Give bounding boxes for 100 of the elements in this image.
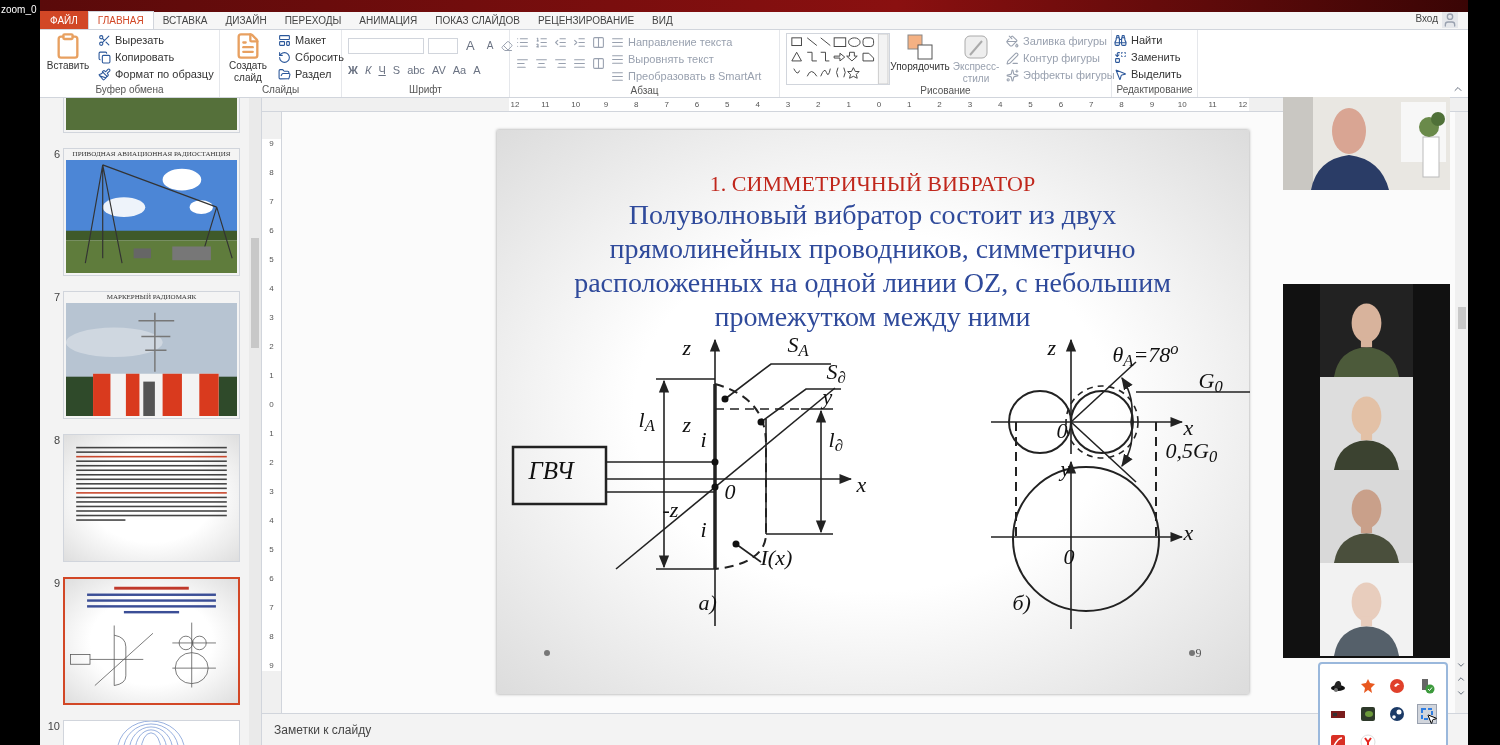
font-format-button[interactable]: К — [364, 61, 372, 78]
ribbon-tab[interactable]: РЕЦЕНЗИРОВАНИЕ — [528, 11, 644, 29]
ribbon-tab[interactable]: ДИЗАЙН — [216, 11, 276, 29]
circle-logo-icon[interactable] — [1389, 706, 1405, 722]
group-label: Рисование — [919, 85, 972, 98]
ribbon-tab[interactable]: АНИМАЦИЯ — [350, 11, 427, 29]
grow-font-button[interactable]: A — [462, 36, 479, 56]
avatar-icon[interactable] — [1442, 12, 1458, 28]
paragraph-icon[interactable] — [535, 36, 548, 49]
previous-slide-icon[interactable] — [1456, 674, 1466, 684]
alignment-icon[interactable] — [573, 57, 586, 70]
shrink-font-button[interactable]: A — [482, 38, 498, 54]
scrollbar[interactable] — [249, 98, 261, 745]
scrollbar[interactable] — [1455, 112, 1468, 713]
ribbon-large-button[interactable]: Создать слайд — [222, 32, 274, 84]
slide-number: 9 — [52, 577, 60, 589]
alignment-icon[interactable] — [592, 57, 605, 70]
font-name-field[interactable] — [348, 37, 424, 54]
ribbon-command[interactable]: Макет — [295, 32, 327, 49]
diagram-label: 0 — [1056, 420, 1068, 442]
group-label: Абзац — [629, 85, 660, 98]
ruler-number: 9 — [269, 661, 274, 671]
paragraph-icon[interactable] — [592, 36, 605, 49]
highlighted-tray-icon[interactable] — [1416, 704, 1437, 724]
diagram-label: x — [856, 474, 867, 496]
ruler-number: 7 — [663, 99, 670, 111]
alignment-icon[interactable] — [554, 57, 567, 70]
diagram-label: б) — [1012, 592, 1031, 614]
diagram-label: x — [1183, 522, 1194, 544]
font-format-button[interactable]: Ч — [378, 61, 386, 78]
paragraph-icon[interactable] — [516, 36, 529, 49]
pen-icon — [1006, 52, 1019, 65]
ribbon-command[interactable]: Заменить — [1131, 49, 1181, 66]
alignment-icon[interactable] — [535, 57, 548, 70]
group-label: Шрифт — [408, 84, 443, 97]
scroll-down-icon[interactable] — [1456, 660, 1466, 670]
font-format-button[interactable]: Ж — [348, 61, 358, 78]
font-format-button[interactable]: AV — [431, 61, 446, 78]
hat-icon[interactable] — [1330, 678, 1346, 694]
font-size-field[interactable] — [428, 37, 458, 54]
generator-label: ГВЧ — [528, 458, 574, 483]
ruler-number: 1 — [845, 99, 852, 111]
diagram-label: 0,5G$_{0}$ — [1165, 440, 1218, 462]
ruler-number: 6 — [269, 574, 274, 584]
ribbon-command[interactable]: Раздел — [295, 66, 332, 83]
alignment-icon[interactable] — [516, 57, 529, 70]
ruler-number: 5 — [269, 545, 274, 555]
ruler-number: 6 — [693, 99, 701, 111]
ribbon-command[interactable]: Найти — [1131, 32, 1163, 49]
ribbon-tab[interactable]: ПЕРЕХОДЫ — [275, 11, 351, 29]
ribbon-tab[interactable]: ГЛАВНАЯ — [87, 11, 154, 29]
ruler-number: 7 — [269, 197, 274, 207]
sign-in-link[interactable]: Вход — [1415, 11, 1438, 26]
notes-field[interactable]: Заметки к слайду — [274, 720, 372, 739]
ruler-number: 2 — [936, 99, 943, 111]
slide-number: 10 — [46, 720, 60, 732]
slide-thumbnail[interactable] — [63, 577, 240, 705]
ruler-number: 6 — [1057, 99, 1065, 111]
ribbon-tab[interactable]: ВИД — [643, 11, 682, 29]
ruler-number: 4 — [997, 99, 1004, 111]
ruler-number: 5 — [269, 255, 274, 265]
ruler-number: 0 — [875, 99, 883, 111]
font-format-button[interactable]: A — [473, 61, 481, 78]
ribbon-command[interactable]: Выделить — [1131, 66, 1182, 83]
recording-label: zoom_0 — [0, 3, 38, 17]
group-label: Буфер обмена — [94, 84, 165, 97]
ruler-number: 3 — [269, 313, 274, 323]
font-format-button[interactable]: abc — [407, 61, 425, 78]
ribbon-command[interactable]: Формат по образцу — [115, 66, 214, 83]
chip-icon[interactable] — [1359, 706, 1376, 722]
slide-number: 8 — [52, 434, 60, 446]
ribbon-command[interactable]: Сбросить — [295, 49, 344, 66]
layout-icon — [278, 34, 291, 47]
diagram-label: l$_{A}$ — [638, 409, 655, 431]
frame-icon — [1420, 708, 1433, 720]
clear-format-icon[interactable] — [501, 39, 514, 52]
paragraph-icon[interactable] — [554, 36, 567, 49]
ruler-number: 8 — [1118, 99, 1125, 111]
shapes-gallery-drawing[interactable] — [786, 33, 890, 85]
sparkles-icon — [1006, 69, 1019, 82]
file-tab[interactable]: ФАЙЛ — [40, 11, 88, 29]
ruler-number: 8 — [269, 632, 274, 642]
font-format-button[interactable]: S — [392, 61, 401, 78]
ruler-number: 5 — [724, 99, 731, 111]
ruler-number: 4 — [269, 516, 274, 526]
ruler-number: 2 — [269, 342, 274, 352]
diagram-label: I(x) — [760, 547, 793, 569]
brush-card-icon — [962, 33, 990, 61]
ribbon-tab[interactable]: ВСТАВКА — [153, 11, 217, 29]
next-slide-icon[interactable] — [1456, 688, 1466, 698]
ribbon-command[interactable]: Копировать — [115, 49, 175, 66]
ribbon-large-button[interactable]: Вставить — [42, 32, 94, 84]
diagram-label: y — [822, 386, 833, 408]
diagram-label: i — [700, 519, 707, 541]
browser-icon[interactable] — [1359, 734, 1376, 745]
paragraph-icon[interactable] — [573, 36, 586, 49]
ruler-number: 3 — [269, 487, 274, 497]
ribbon-tab[interactable]: ПОКАЗ СЛАЙДОВ — [426, 11, 529, 29]
font-format-button[interactable]: Aa — [452, 61, 467, 78]
ribbon-command[interactable]: Вырезать — [115, 32, 164, 49]
